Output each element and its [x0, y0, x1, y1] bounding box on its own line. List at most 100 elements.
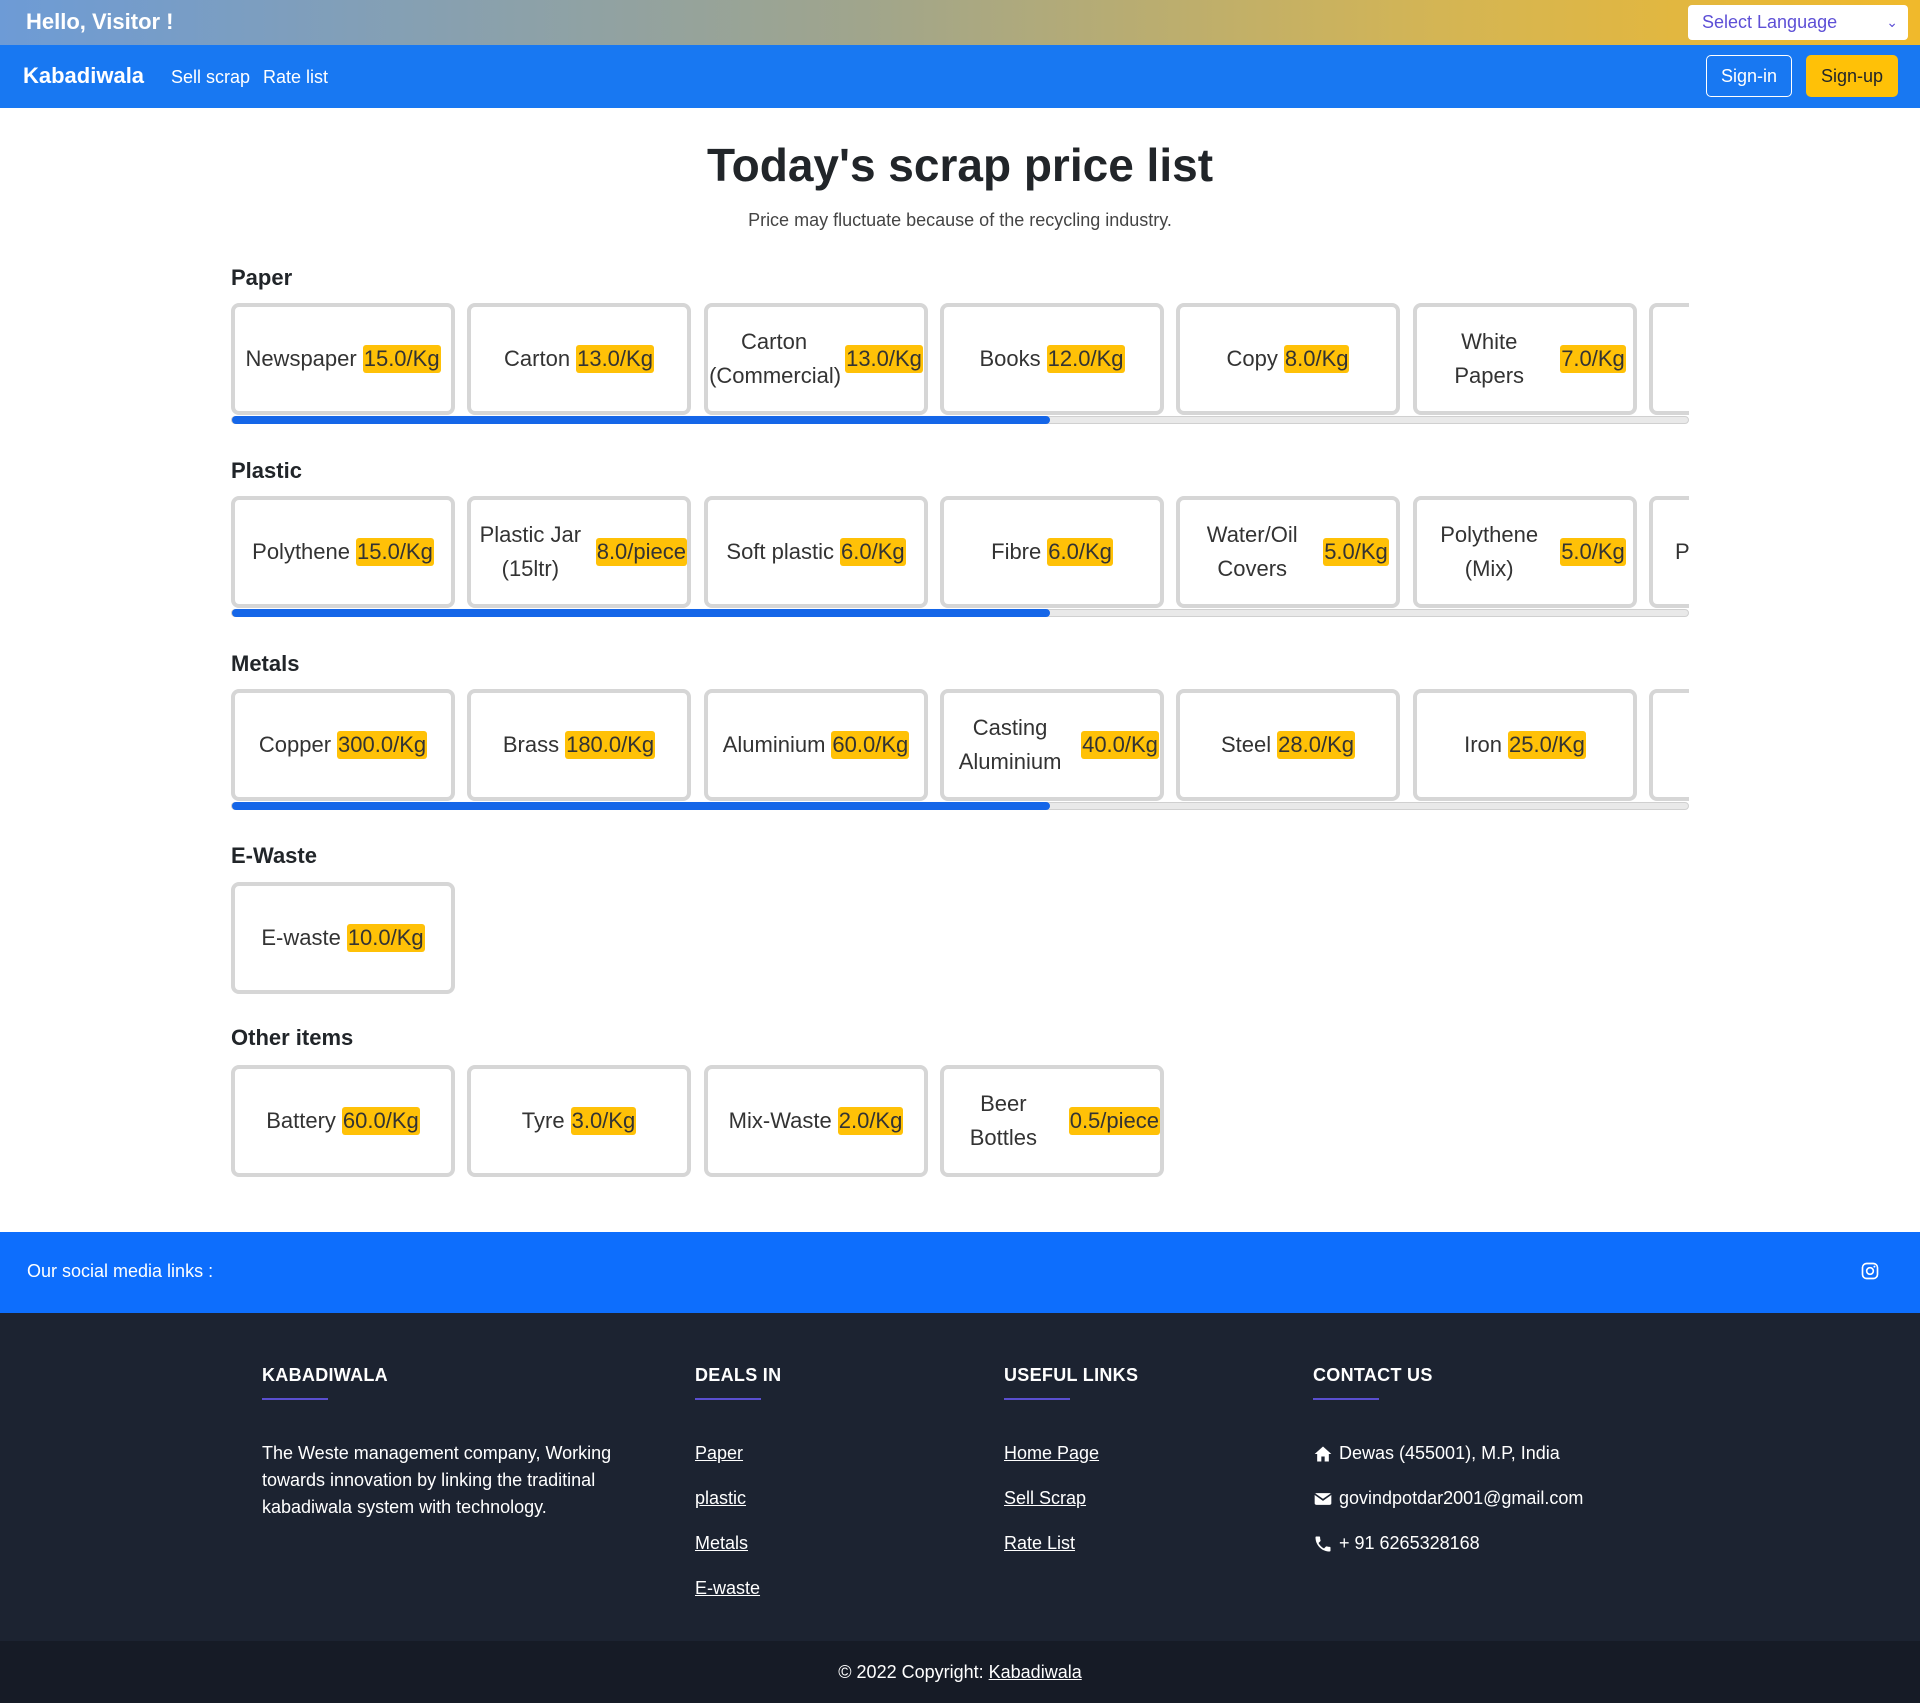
price-card[interactable]: Newspaper 15.0/Kg [231, 303, 455, 415]
contact-email: govindpotdar2001@gmail.com [1313, 1485, 1693, 1512]
footer: KABADIWALA The Weste management company,… [0, 1313, 1920, 1641]
item-price-badge: 0.5/piece [1068, 1107, 1160, 1135]
price-card[interactable]: Aluminium 60.0/Kg [704, 689, 928, 801]
item-price-badge: 60.0/Kg [341, 1107, 420, 1135]
item-name: Iron [1464, 732, 1503, 757]
item-name: Aluminium [722, 732, 826, 757]
footer-about-text: The Weste management company, Working to… [262, 1443, 612, 1517]
language-select[interactable]: Select Language ⌄ [1688, 5, 1908, 40]
horizontal-scrollbar[interactable] [231, 609, 1689, 617]
price-card[interactable]: Plastic Jar (15ltr) 8.0/piece [467, 496, 691, 608]
price-card[interactable]: Mix-Waste 2.0/Kg [704, 1065, 928, 1177]
item-name: Water/Oil Covers [1206, 522, 1298, 581]
section-title: Plastic [231, 458, 302, 483]
footer-link-paper[interactable]: Paper [695, 1440, 935, 1467]
footer-about-heading: KABADIWALA [262, 1365, 388, 1385]
horizontal-scrollbar[interactable] [231, 802, 1689, 810]
price-card[interactable]: E-waste 10.0/Kg [231, 882, 455, 994]
footer-link-plastic[interactable]: plastic [695, 1485, 935, 1512]
item-price-badge: 28.0/Kg [1277, 731, 1355, 759]
item-name: Beer Bottles [969, 1091, 1037, 1150]
scrollbar-thumb[interactable] [232, 416, 1050, 424]
footer-about: KABADIWALA The Weste management company,… [262, 1365, 612, 1521]
item-price-badge: 8.0/piece [595, 538, 687, 566]
price-card-partial[interactable]: P [1649, 496, 1689, 608]
nav-link-sell-scrap[interactable]: Sell scrap [171, 67, 250, 88]
item-name: Battery [266, 1108, 336, 1133]
envelope-icon [1314, 1492, 1332, 1505]
price-card[interactable]: White Papers 7.0/Kg [1413, 303, 1637, 415]
price-card[interactable]: Battery 60.0/Kg [231, 1065, 455, 1177]
footer-deals-heading: DEALS IN [695, 1365, 782, 1385]
footer-contact-heading: CONTACT US [1313, 1365, 1433, 1385]
price-card[interactable]: Steel 28.0/Kg [1176, 689, 1400, 801]
heading-underline [1313, 1398, 1379, 1400]
price-card-row: E-waste 10.0/Kg [231, 882, 1689, 994]
footer-link-sell-scrap[interactable]: Sell Scrap [1004, 1485, 1244, 1512]
footer-contact: CONTACT US Dewas (455001), M.P, India go… [1313, 1365, 1693, 1575]
item-price-badge: 5.0/Kg [1323, 538, 1389, 566]
footer-link-metals[interactable]: Metals [695, 1530, 935, 1557]
item-price-badge: 2.0/Kg [837, 1107, 904, 1135]
contact-address-text: Dewas (455001), M.P, India [1339, 1443, 1560, 1463]
section-title: Other items [231, 1025, 354, 1050]
scrollbar-thumb[interactable] [232, 609, 1050, 617]
nav-link-rate-list[interactable]: Rate list [263, 67, 328, 88]
price-card-row: Copper 300.0/Kg Brass 180.0/Kg Aluminium 60.0… [231, 689, 1689, 801]
footer-link-e-waste[interactable]: E-waste [695, 1575, 935, 1602]
scrollbar-thumb[interactable] [232, 802, 1050, 810]
price-card[interactable]: Tyre 3.0/Kg [467, 1065, 691, 1177]
copyright-text: © 2022 Copyright: [838, 1662, 989, 1682]
top-greeting-bar: Hello, Visitor ! Select Language ⌄ [0, 0, 1920, 45]
item-price-badge: 15.0/Kg [356, 538, 434, 566]
footer-link-home-page[interactable]: Home Page [1004, 1440, 1244, 1467]
price-card[interactable]: Copy 8.0/Kg [1176, 303, 1400, 415]
price-card-partial[interactable] [1649, 303, 1689, 415]
item-name: Plastic Jar (15ltr) [479, 522, 582, 581]
price-card[interactable]: Water/Oil Covers 5.0/Kg [1176, 496, 1400, 608]
horizontal-scrollbar[interactable] [231, 416, 1689, 424]
price-card[interactable]: Polythene 15.0/Kg [231, 496, 455, 608]
brand-logo[interactable]: Kabadiwala [23, 63, 144, 89]
footer-useful-links: USEFUL LINKS Home Page Sell Scrap Rate L… [1004, 1365, 1244, 1575]
price-card[interactable]: Beer Bottles 0.5/piece [940, 1065, 1164, 1177]
footer-link-rate-list[interactable]: Rate List [1004, 1530, 1244, 1557]
item-price-badge: 8.0/Kg [1283, 345, 1350, 373]
instagram-icon[interactable] [1860, 1261, 1880, 1281]
home-icon [1314, 1446, 1332, 1461]
section-title: Metals [231, 651, 300, 676]
item-name: Fibre [991, 539, 1042, 564]
item-price-badge: 25.0/Kg [1508, 731, 1586, 759]
item-name: Steel [1221, 732, 1272, 757]
item-price-badge: 15.0/Kg [362, 345, 441, 373]
signup-button[interactable]: Sign-up [1806, 55, 1898, 97]
item-name: Carton [504, 346, 571, 371]
price-card[interactable]: Carton 13.0/Kg [467, 303, 691, 415]
price-card-row: Newspaper 15.0/Kg Carton 13.0/Kg Carton (Com… [231, 303, 1689, 415]
item-price-badge: 60.0/Kg [831, 731, 910, 759]
item-name: Polythene [252, 539, 350, 564]
copyright-link[interactable]: Kabadiwala [989, 1662, 1082, 1682]
price-card[interactable]: Carton (Commercial) 13.0/Kg [704, 303, 928, 415]
price-card[interactable]: Fibre 6.0/Kg [940, 496, 1164, 608]
price-card[interactable]: Copper 300.0/Kg [231, 689, 455, 801]
item-name: E-waste [261, 925, 341, 950]
price-card[interactable]: Brass 180.0/Kg [467, 689, 691, 801]
price-card[interactable]: Soft plastic 6.0/Kg [704, 496, 928, 608]
contact-phone: + 91 6265328168 [1313, 1530, 1693, 1557]
price-card-partial[interactable] [1649, 689, 1689, 801]
social-label: Our social media links : [27, 1261, 214, 1281]
price-card[interactable]: Casting Aluminium 40.0/Kg [940, 689, 1164, 801]
footer-deals: DEALS IN Paper plastic Metals E-waste [695, 1365, 935, 1620]
section-title: Paper [231, 265, 293, 290]
price-card[interactable]: Books 12.0/Kg [940, 303, 1164, 415]
item-name: Brass [502, 732, 560, 757]
item-price-badge: 6.0/Kg [1047, 538, 1113, 566]
price-card[interactable]: Polythene (Mix) 5.0/Kg [1413, 496, 1637, 608]
signin-button[interactable]: Sign-in [1706, 55, 1792, 97]
contact-email-text: govindpotdar2001@gmail.com [1339, 1488, 1584, 1508]
price-card[interactable]: Iron 25.0/Kg [1413, 689, 1637, 801]
item-price-badge: 10.0/Kg [346, 924, 425, 952]
item-name: Carton (Commercial) [709, 329, 842, 388]
item-price-badge: 3.0/Kg [570, 1107, 637, 1135]
